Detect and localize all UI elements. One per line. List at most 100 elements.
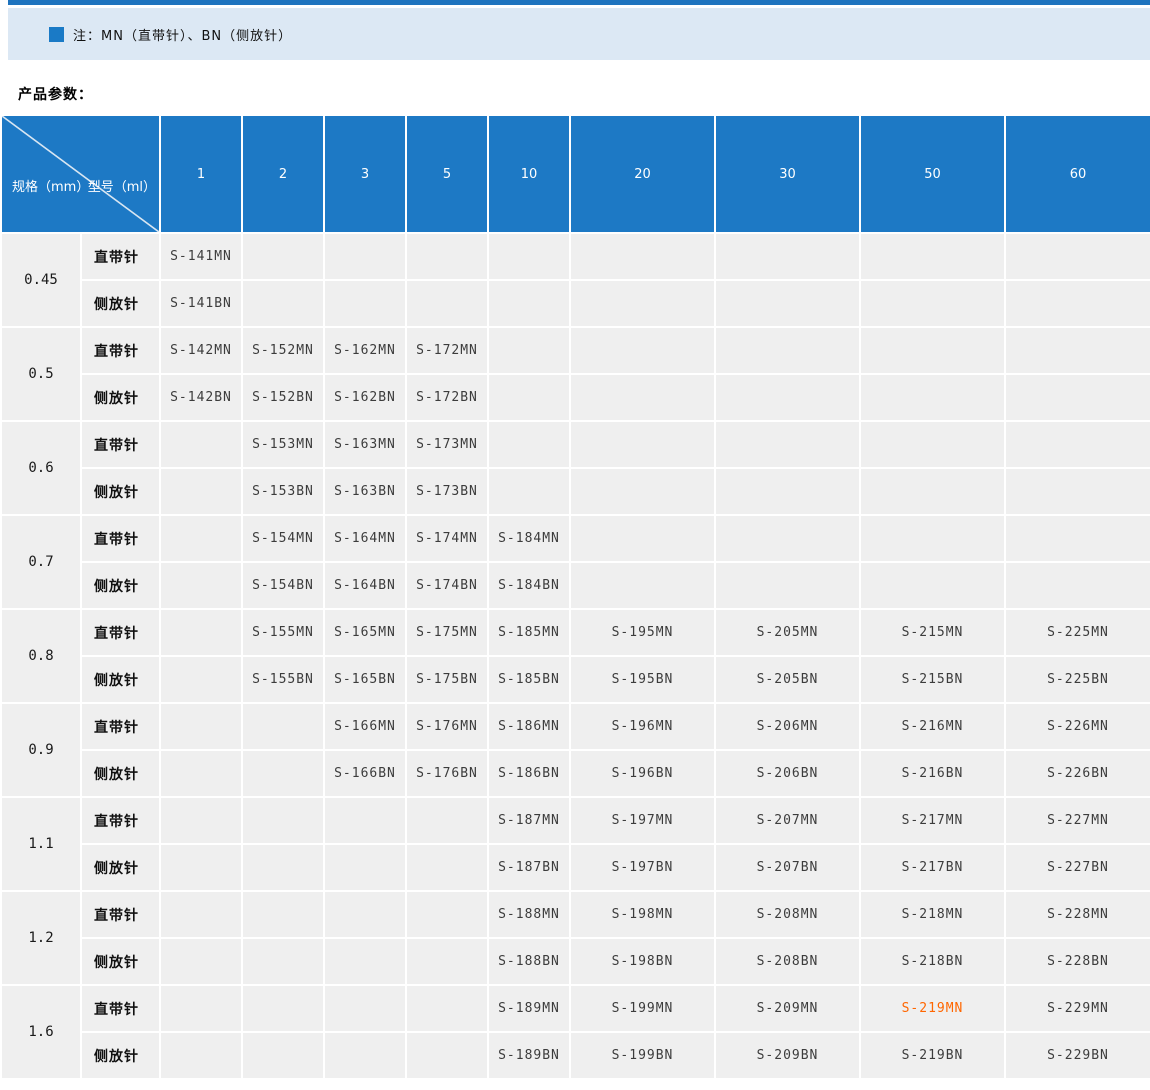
table-row: 0.7 直带针 S-154MN S-164MN S-174MN S-184MN	[2, 516, 1150, 608]
empty-cell	[861, 469, 1004, 514]
model-cell: S-184BN	[489, 563, 569, 608]
spec-cell: 0.9	[2, 704, 80, 796]
table-row: 1.2 直带针 S-188MN S-198MN S-208MN S-218MN S-228M…	[2, 892, 1150, 984]
product-parameters-table: 规格（mm） 型号（ml） 1 2 3 5 10 20 30 50 60 0.45 直带针 S-14…	[0, 114, 1150, 1080]
needle-type-cell: 侧放针	[82, 281, 159, 326]
empty-cell	[161, 610, 241, 655]
model-cell: S-189BN	[489, 1033, 569, 1078]
needle-type-cell: 直带针	[82, 610, 159, 655]
empty-cell	[716, 234, 859, 279]
model-cell: S-141BN	[161, 281, 241, 326]
model-cell: S-225BN	[1006, 657, 1150, 702]
empty-cell	[861, 516, 1004, 561]
empty-cell	[489, 281, 569, 326]
empty-cell	[161, 798, 241, 843]
model-cell: S-217MN	[861, 798, 1004, 843]
model-cell: S-199MN	[571, 986, 714, 1031]
spec-cell: 0.8	[2, 610, 80, 702]
table-row: 侧放针 S-155BN S-165BN S-175BN S-185BN S-195BN S-…	[2, 657, 1150, 702]
model-cell: S-173MN	[407, 422, 487, 467]
model-cell: S-155BN	[243, 657, 323, 702]
volume-header-3: 3	[325, 116, 405, 232]
empty-cell	[716, 375, 859, 420]
empty-cell	[325, 939, 405, 984]
table-row: 0.6 直带针 S-153MN S-163MN S-173MN	[2, 422, 1150, 514]
model-cell: S-153MN	[243, 422, 323, 467]
empty-cell	[161, 892, 241, 937]
empty-cell	[716, 469, 859, 514]
empty-cell	[243, 234, 323, 279]
model-cell: S-185MN	[489, 610, 569, 655]
table-row: 侧放针 S-187BN S-197BN S-207BN S-217BN S-227BN	[2, 845, 1150, 890]
empty-cell	[161, 469, 241, 514]
empty-cell	[325, 281, 405, 326]
empty-cell	[325, 798, 405, 843]
needle-type-cell: 侧放针	[82, 845, 159, 890]
model-cell: S-174BN	[407, 563, 487, 608]
model-cell: S-207MN	[716, 798, 859, 843]
empty-cell	[325, 892, 405, 937]
empty-cell	[489, 234, 569, 279]
empty-cell	[161, 751, 241, 796]
empty-cell	[161, 657, 241, 702]
square-bullet-icon	[49, 26, 64, 42]
table-row: 侧放针 S-166BN S-176BN S-186BN S-196BN S-206BN S-…	[2, 751, 1150, 796]
model-cell: S-188BN	[489, 939, 569, 984]
needle-type-cell: 直带针	[82, 892, 159, 937]
empty-cell	[243, 1033, 323, 1078]
empty-cell	[161, 986, 241, 1031]
model-cell: S-164MN	[325, 516, 405, 561]
model-cell: S-154BN	[243, 563, 323, 608]
volume-header-2: 2	[243, 116, 323, 232]
model-cell: S-162MN	[325, 328, 405, 373]
model-cell: S-216MN	[861, 704, 1004, 749]
model-cell: S-142BN	[161, 375, 241, 420]
model-cell: S-228BN	[1006, 939, 1150, 984]
volume-header-20: 20	[571, 116, 714, 232]
empty-cell	[861, 422, 1004, 467]
empty-cell	[161, 845, 241, 890]
top-accent-line	[8, 0, 1150, 5]
empty-cell	[161, 422, 241, 467]
model-cell: S-174MN	[407, 516, 487, 561]
model-cell: S-142MN	[161, 328, 241, 373]
spec-cell: 0.6	[2, 422, 80, 514]
spec-cell: 1.6	[2, 986, 80, 1078]
spec-cell: 0.5	[2, 328, 80, 420]
empty-cell	[716, 328, 859, 373]
needle-type-cell: 直带针	[82, 516, 159, 561]
empty-cell	[861, 328, 1004, 373]
empty-cell	[489, 469, 569, 514]
needle-type-cell: 侧放针	[82, 563, 159, 608]
table-row: 1.1 直带针 S-187MN S-197MN S-207MN S-217MN S-227M…	[2, 798, 1150, 890]
model-cell: S-187MN	[489, 798, 569, 843]
empty-cell	[1006, 563, 1150, 608]
model-cell: S-175BN	[407, 657, 487, 702]
model-cell-highlighted[interactable]: S-219MN	[861, 986, 1004, 1031]
model-cell: S-209BN	[716, 1033, 859, 1078]
empty-cell	[243, 845, 323, 890]
model-cell: S-163MN	[325, 422, 405, 467]
needle-type-cell: 侧放针	[82, 469, 159, 514]
empty-cell	[571, 375, 714, 420]
empty-cell	[571, 516, 714, 561]
empty-cell	[407, 986, 487, 1031]
model-cell: S-198MN	[571, 892, 714, 937]
note-text: 注：MN（直带针）、BN（侧放针）	[73, 28, 293, 44]
spec-cell: 1.1	[2, 798, 80, 890]
model-cell: S-186BN	[489, 751, 569, 796]
empty-cell	[571, 469, 714, 514]
empty-cell	[1006, 234, 1150, 279]
empty-cell	[489, 375, 569, 420]
model-cell: S-165BN	[325, 657, 405, 702]
empty-cell	[1006, 375, 1150, 420]
volume-header-5: 5	[407, 116, 487, 232]
empty-cell	[407, 1033, 487, 1078]
model-cell: S-187BN	[489, 845, 569, 890]
empty-cell	[861, 375, 1004, 420]
table-row: 0.9 直带针 S-166MN S-176MN S-186MN S-196MN S-206M…	[2, 704, 1150, 796]
needle-type-cell: 侧放针	[82, 657, 159, 702]
model-cell: S-165MN	[325, 610, 405, 655]
model-cell: S-189MN	[489, 986, 569, 1031]
empty-cell	[161, 516, 241, 561]
